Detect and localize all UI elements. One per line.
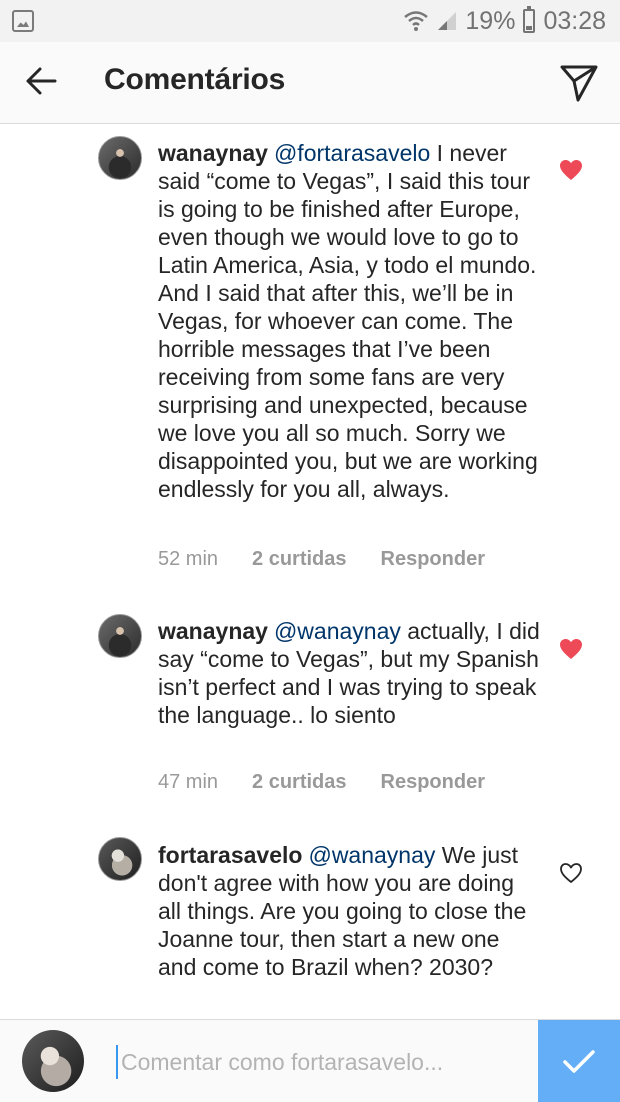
back-arrow-icon[interactable]: [24, 64, 58, 98]
comment-mention[interactable]: @wanaynay: [274, 618, 401, 644]
comment-input[interactable]: [116, 1045, 526, 1079]
current-user-avatar: [22, 1030, 84, 1092]
clock-time: 03:28: [543, 6, 606, 35]
comments-list[interactable]: wanaynay @fortarasavelo I never said “com…: [0, 124, 620, 1019]
app-header: Comentários: [0, 42, 620, 124]
heart-outline-icon[interactable]: [559, 862, 583, 884]
comment-text: wanaynay @fortarasavelo I never said “com…: [158, 139, 540, 503]
comment-username[interactable]: wanaynay: [158, 140, 268, 166]
reply-button[interactable]: Responder: [381, 548, 485, 571]
comment-meta: 52 min 2 curtidas Responder: [158, 548, 485, 571]
page-title: Comentários: [104, 63, 286, 96]
heart-filled-icon[interactable]: [559, 159, 583, 181]
battery-percent: 19%: [465, 6, 516, 35]
heart-filled-icon[interactable]: [559, 638, 583, 660]
comment-time: 47 min: [158, 771, 219, 793]
checkmark-icon: [563, 1049, 595, 1073]
status-bar: 19% 03:28: [0, 0, 620, 42]
comment-composer: [0, 1019, 620, 1102]
comment-text: wanaynay @wanaynay actually, I did say “c…: [158, 617, 540, 729]
comment-body: I never said “come to Vegas”, I said thi…: [158, 140, 538, 502]
comment-time: 52 min: [158, 548, 219, 570]
post-comment-button[interactable]: [538, 1020, 620, 1102]
reply-button[interactable]: Responder: [381, 771, 485, 794]
comment-mention[interactable]: @fortarasavelo: [274, 140, 430, 166]
avatar[interactable]: [98, 614, 142, 658]
signal-icon: [438, 12, 457, 30]
avatar[interactable]: [98, 136, 142, 180]
comment-username[interactable]: wanaynay: [158, 618, 268, 644]
comment-username[interactable]: fortarasavelo: [158, 842, 302, 868]
battery-icon: [523, 6, 536, 33]
gallery-icon: [12, 10, 34, 32]
direct-message-icon[interactable]: [558, 62, 600, 104]
wifi-icon: [404, 11, 429, 31]
likes-count[interactable]: 2 curtidas: [252, 771, 346, 794]
comment-mention[interactable]: @wanaynay: [308, 842, 435, 868]
comment-meta: 47 min 2 curtidas Responder: [158, 771, 485, 794]
likes-count[interactable]: 2 curtidas: [252, 548, 346, 571]
comment-text: fortarasavelo @wanaynay We just don't agr…: [158, 841, 540, 981]
avatar[interactable]: [98, 837, 142, 881]
